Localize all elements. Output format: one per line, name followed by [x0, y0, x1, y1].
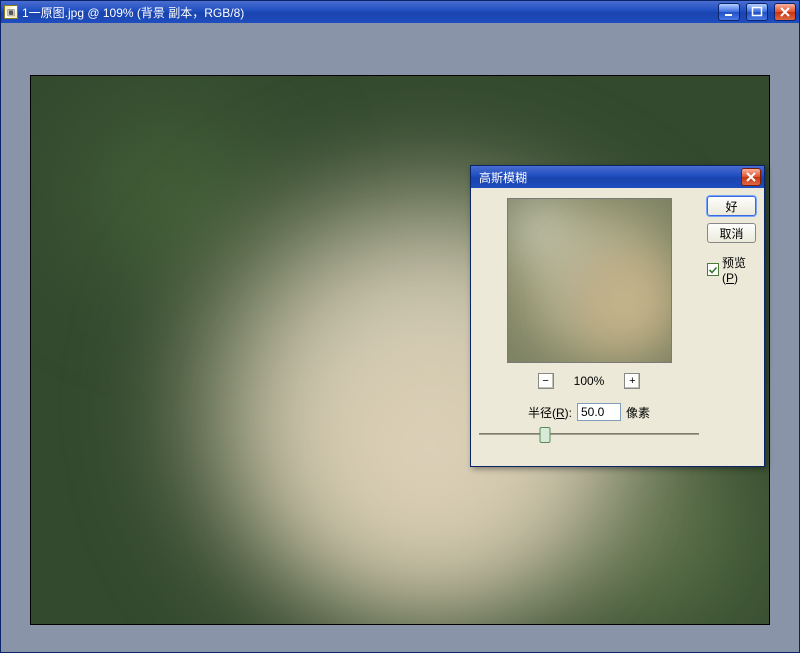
preview-checkbox[interactable]	[707, 263, 719, 276]
zoom-out-button[interactable]: −	[538, 373, 554, 389]
document-titlebar: ▣ 1一原图.jpg @ 109% (背景 副本，RGB/8)	[1, 1, 799, 23]
plus-icon: +	[629, 376, 635, 387]
check-icon	[708, 265, 718, 275]
radius-input[interactable]	[577, 403, 621, 421]
minimize-button[interactable]	[718, 3, 740, 21]
radius-slider[interactable]	[479, 425, 699, 443]
document-title: 1一原图.jpg @ 109% (背景 副本，RGB/8)	[22, 4, 244, 21]
dialog-body: − 100% + 半径(R): 像素 好 取消	[471, 188, 764, 466]
filter-preview-box[interactable]	[507, 198, 672, 363]
document-chrome-spacer	[9, 23, 791, 55]
close-button[interactable]	[774, 3, 796, 21]
zoom-in-button[interactable]: +	[624, 373, 640, 389]
cancel-button[interactable]: 取消	[707, 223, 756, 243]
slider-thumb[interactable]	[540, 427, 551, 443]
ok-button[interactable]: 好	[707, 196, 756, 216]
dialog-titlebar[interactable]: 高斯模糊	[471, 166, 764, 188]
app-document-icon: ▣	[4, 5, 18, 19]
slider-track	[479, 433, 699, 435]
radius-unit-label: 像素	[626, 404, 650, 421]
dialog-title: 高斯模糊	[479, 169, 741, 186]
dialog-close-button[interactable]	[741, 168, 761, 186]
minus-icon: −	[542, 376, 548, 387]
maximize-button[interactable]	[746, 3, 768, 21]
preview-checkbox-label: 预览(P)	[722, 254, 756, 285]
radius-label: 半径(R):	[528, 404, 572, 421]
zoom-percent-label: 100%	[574, 374, 605, 388]
gaussian-blur-dialog: 高斯模糊 − 100% + 半径(R):	[470, 165, 765, 467]
